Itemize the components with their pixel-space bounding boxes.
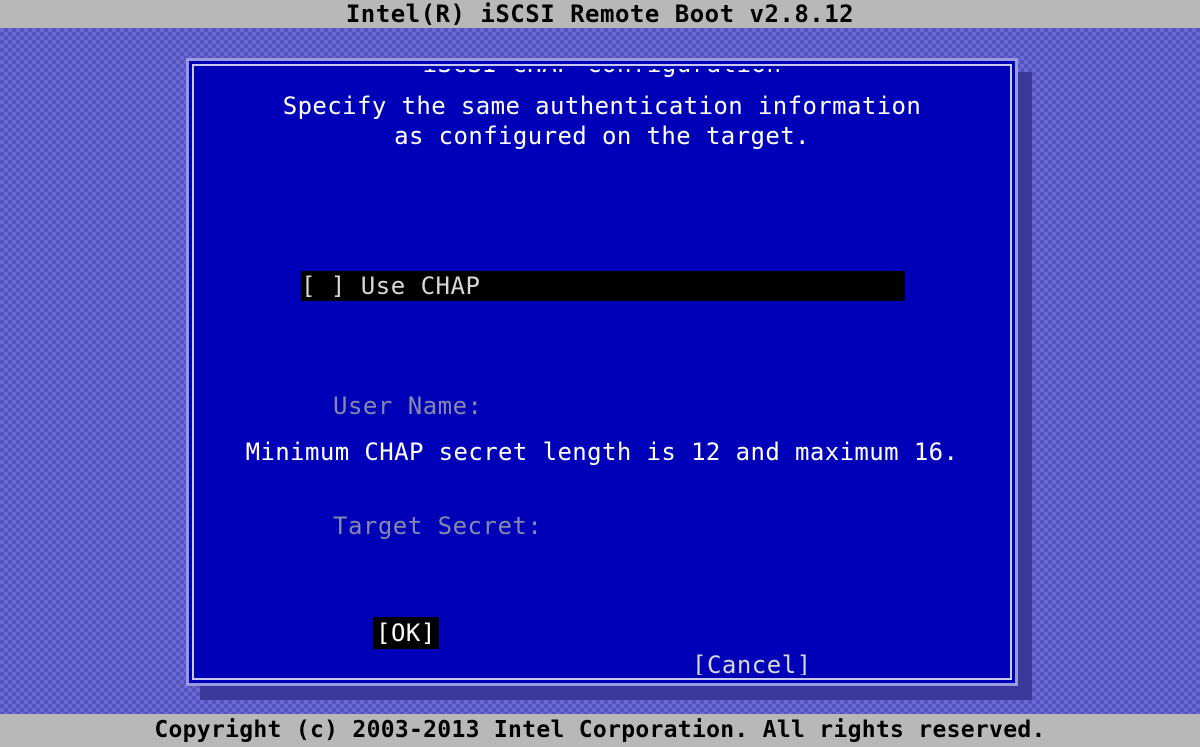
- target-secret-field-row[interactable]: Target Secret:: [197, 511, 1007, 541]
- dialog-inner-border: ══════iSCSI CHAP Configuration══════ Spe…: [192, 64, 1012, 680]
- caption-rule-left: ══════: [333, 69, 423, 78]
- chap-configuration-dialog: ══════iSCSI CHAP Configuration══════ Spe…: [186, 58, 1018, 686]
- dialog-content-area: ══════iSCSI CHAP Configuration══════ Spe…: [194, 66, 1010, 678]
- dialog-title: ══════iSCSI CHAP Configuration══════: [197, 69, 1007, 78]
- cancel-button[interactable]: [Cancel]: [689, 649, 815, 675]
- description-line-1: Specify the same authentication informat…: [282, 92, 922, 120]
- dialog-description: Specify the same authentication informat…: [197, 91, 1007, 151]
- chap-secret-length-note: Minimum CHAP secret length is 12 and max…: [245, 438, 959, 466]
- caption-rule-right: ══════: [781, 69, 871, 78]
- copyright-footer-bar: Copyright (c) 2003-2013 Intel Corporatio…: [0, 714, 1200, 747]
- description-line-2: as configured on the target.: [394, 122, 810, 150]
- user-name-field-row[interactable]: User Name:: [197, 391, 1007, 421]
- dialog-button-row: [OK] [Cancel]: [197, 585, 1007, 675]
- use-chap-checkbox-row[interactable]: [ ] Use CHAP: [301, 271, 905, 301]
- application-title-bar: Intel(R) iSCSI Remote Boot v2.8.12: [0, 0, 1200, 28]
- dialog-title-text: iSCSI CHAP Configuration: [423, 69, 782, 78]
- ok-button[interactable]: [OK]: [373, 617, 439, 649]
- bios-screen: Intel(R) iSCSI Remote Boot v2.8.12 ═════…: [0, 0, 1200, 747]
